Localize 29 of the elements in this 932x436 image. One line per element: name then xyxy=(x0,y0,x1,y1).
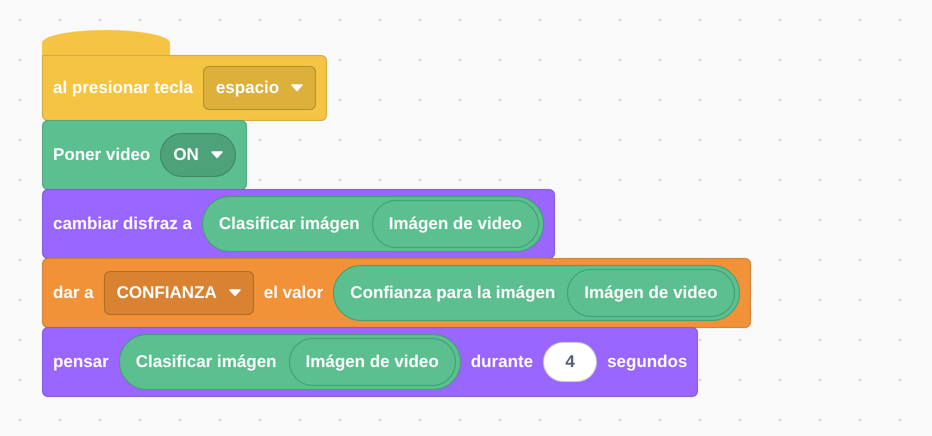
hat-block[interactable]: al presionar tecla espacio xyxy=(42,55,328,121)
reporter-block[interactable]: Imágen de video xyxy=(372,200,539,248)
block-label: Clasificar imágen xyxy=(136,351,277,374)
block-label: segundos xyxy=(607,351,688,374)
caret-icon xyxy=(210,151,223,159)
caret-icon xyxy=(228,289,241,297)
block-label: cambiar disfraz a xyxy=(53,213,192,236)
number-input[interactable]: 4 xyxy=(543,342,598,382)
reporter-block[interactable]: Confianza para la imágen Imágen de video xyxy=(333,265,740,321)
block-label: durante xyxy=(470,351,534,374)
block-label: al presionar tecla xyxy=(53,77,193,100)
stack-block[interactable]: dar a CONFIANZA el valor Confianza para la imágen Imágen de video xyxy=(42,258,750,328)
caret-icon xyxy=(291,84,304,92)
dropdown-menu[interactable]: CONFIANZA xyxy=(104,271,254,315)
block-label: dar a xyxy=(53,282,94,304)
block-label: el valor xyxy=(264,282,324,304)
stack-block[interactable]: Poner video ON xyxy=(42,120,247,190)
reporter-block[interactable]: Imágen de video xyxy=(288,338,456,386)
stack-block[interactable]: pensar Clasificar imágen Imágen de video durante 4 segundos xyxy=(42,327,698,397)
dropdown-menu[interactable]: espacio xyxy=(202,66,316,110)
reporter-block[interactable]: Clasificar imágen Imágen de video xyxy=(202,196,544,252)
block-label: pensar xyxy=(53,351,109,374)
block-label: Clasificar imágen xyxy=(218,213,360,236)
reporter-block[interactable]: Imágen de video xyxy=(567,269,734,317)
block-label: Confianza para la imágen xyxy=(350,282,556,304)
stack-block[interactable]: cambiar disfraz a Clasificar imágen Imágen de video xyxy=(42,189,555,259)
dropdown-menu[interactable]: ON xyxy=(160,133,236,177)
block-label: Poner video xyxy=(53,144,150,166)
reporter-block[interactable]: Clasificar imágen Imágen de video xyxy=(118,334,461,390)
